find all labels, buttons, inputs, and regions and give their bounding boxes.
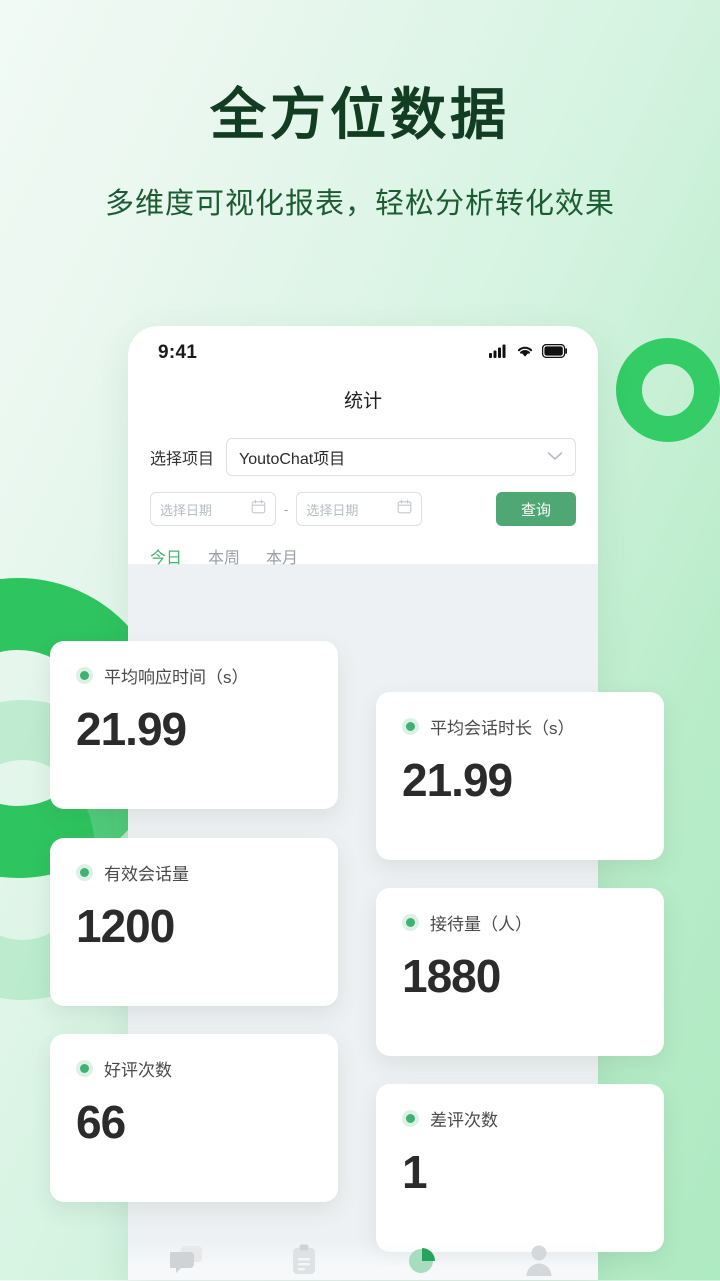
chat-bubbles-icon (167, 1244, 204, 1281)
stat-card-label: 好评次数 (104, 1061, 172, 1080)
stat-card[interactable]: 接待量（人） 1880 (376, 888, 664, 1056)
bullet-dot-icon (76, 1060, 93, 1077)
nav-item-statistics[interactable] (392, 1244, 452, 1281)
bottom-nav (128, 1240, 598, 1280)
stat-card-value: 21.99 (402, 754, 513, 806)
stat-card-label: 接待量（人） (430, 915, 532, 934)
nav-item-chat[interactable] (157, 1244, 217, 1281)
stat-cards: 平均响应时间（s） 21.99 平均会话时长（s） 21.99 有效会话量 12… (0, 0, 720, 1280)
stat-card-label: 平均响应时间（s） (104, 668, 249, 687)
bullet-dot-icon (402, 914, 419, 931)
stat-card-head: 平均会话时长（s） (402, 714, 664, 739)
nav-item-profile[interactable] (509, 1244, 569, 1281)
stat-card[interactable]: 平均响应时间（s） 21.99 (50, 641, 338, 809)
stat-card[interactable]: 平均会话时长（s） 21.99 (376, 692, 664, 860)
stat-card-head: 差评次数 (402, 1106, 664, 1131)
stat-card-value: 66 (76, 1096, 126, 1148)
stat-card[interactable]: 差评次数 1 (376, 1084, 664, 1252)
nav-item-orders[interactable] (274, 1244, 334, 1281)
person-icon (525, 1244, 553, 1281)
stat-card-value: 1880 (402, 950, 501, 1002)
stat-card-value: 1200 (76, 900, 175, 952)
stat-card-value: 1 (402, 1146, 428, 1198)
stat-card-head: 有效会话量 (76, 860, 338, 885)
stat-card-head: 平均响应时间（s） (76, 663, 338, 688)
pie-chart-icon (407, 1244, 437, 1281)
stat-card[interactable]: 好评次数 66 (50, 1034, 338, 1202)
stat-card-value: 21.99 (76, 703, 187, 755)
stat-card-head: 好评次数 (76, 1056, 338, 1081)
stat-card-label: 有效会话量 (104, 865, 189, 884)
stat-card-label: 差评次数 (430, 1111, 498, 1130)
bullet-dot-icon (402, 718, 419, 735)
bullet-dot-icon (76, 667, 93, 684)
stat-card-label: 平均会话时长（s） (430, 719, 575, 738)
bullet-dot-icon (402, 1110, 419, 1127)
stat-card[interactable]: 有效会话量 1200 (50, 838, 338, 1006)
stat-card-head: 接待量（人） (402, 910, 664, 935)
clipboard-icon (291, 1244, 317, 1281)
bullet-dot-icon (76, 864, 93, 881)
